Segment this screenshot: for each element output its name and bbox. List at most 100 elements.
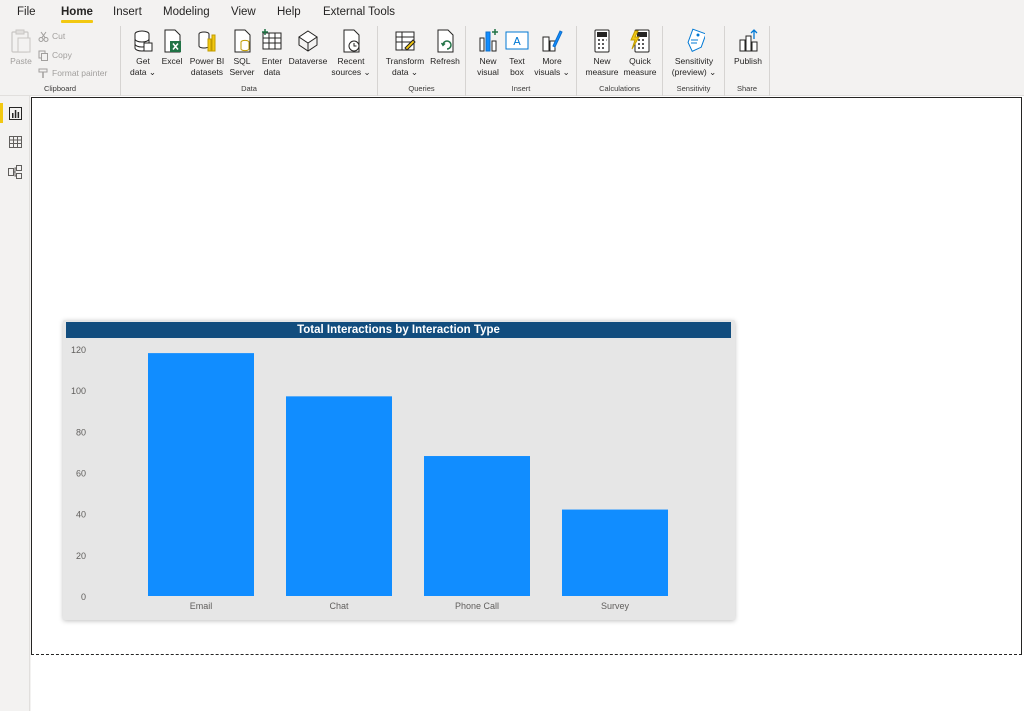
insert-group: New visual A Text box More visuals ⌄ Ins… — [466, 26, 577, 96]
more-visuals-label-2: visuals — [534, 67, 561, 77]
more-visuals-label-1: More — [542, 56, 562, 66]
sensitivity-label-2: (preview) — [671, 67, 707, 77]
menu-external-tools[interactable]: External Tools — [323, 6, 395, 18]
new-measure-label-2: measure — [585, 67, 619, 77]
y-tick-label: 20 — [76, 551, 86, 561]
bar-chart-visual[interactable]: Total Interactions by Interaction Type 0… — [63, 320, 735, 620]
enter-data-button[interactable]: Enter data — [258, 28, 286, 78]
database-icon — [134, 30, 153, 52]
refresh-button[interactable]: Refresh — [428, 28, 462, 67]
get-data-button[interactable]: Get data ⌄ — [128, 28, 158, 78]
transform-data-button[interactable]: Transform data ⌄ — [384, 28, 426, 78]
report-view-button[interactable] — [0, 98, 30, 128]
new-visual-label-2: visual — [477, 67, 499, 77]
enter-data-label-1: Enter — [261, 56, 283, 66]
x-tick-label: Chat — [329, 601, 349, 611]
queries-group: Transform data ⌄ Refresh Queries — [378, 26, 466, 96]
dataverse-button[interactable]: Dataverse — [287, 28, 329, 67]
cut-button[interactable]: Cut — [38, 31, 66, 43]
menu-insert[interactable]: Insert — [113, 6, 142, 18]
bar-chart-plot: 0 20 40 60 80 100 120 Email Chat Phone Call Survey — [71, 345, 668, 611]
text-box-label-2: box — [510, 67, 524, 77]
bar-chat[interactable] — [286, 396, 392, 596]
view-switcher-rail — [0, 96, 30, 711]
format-painter-button[interactable]: Format painter — [38, 68, 107, 79]
transform-label-1: Transform — [385, 56, 425, 66]
transform-label-2-wrap: data ⌄ — [384, 67, 426, 78]
sql-label-2: Server — [229, 67, 255, 77]
y-tick-label: 100 — [71, 386, 86, 396]
clipboard-group: Paste Cut Copy Format painter Clipboard — [0, 26, 121, 96]
transform-data-icon — [395, 31, 416, 51]
sensitivity-group: Sensitivity (preview) ⌄ Sensitivity — [663, 26, 725, 96]
sql-server-button[interactable]: SQL Server — [229, 28, 255, 78]
excel-label: Excel — [161, 56, 183, 66]
queries-group-label: Queries — [408, 84, 435, 93]
get-data-label-2: data — [129, 67, 147, 77]
x-tick-label: Email — [190, 601, 213, 611]
bar-phone-call[interactable] — [424, 456, 530, 596]
text-box-label-1: Text — [509, 56, 525, 66]
ribbon: Paste Cut Copy Format painter Clipboard … — [0, 26, 1024, 96]
data-group-label: Data — [241, 84, 257, 93]
x-tick-label: Survey — [601, 601, 630, 611]
y-tick-label: 40 — [76, 510, 86, 520]
paste-icon — [11, 29, 31, 53]
more-visuals-icon — [542, 30, 563, 52]
sensitivity-button[interactable]: Sensitivity (preview) ⌄ — [667, 28, 721, 78]
bar-survey[interactable] — [562, 509, 668, 596]
model-view-icon — [8, 165, 22, 179]
bar-email[interactable] — [148, 353, 254, 596]
data-group: Get data ⌄ Excel Power BI datasets SQL S… — [121, 26, 378, 96]
copy-button[interactable]: Copy — [38, 50, 72, 62]
menu-help[interactable]: Help — [277, 6, 301, 18]
new-measure-label-1: New — [593, 56, 611, 66]
menu-home[interactable]: Home — [61, 6, 93, 23]
y-tick-label: 80 — [76, 427, 86, 437]
model-view-button[interactable] — [0, 157, 30, 187]
excel-button[interactable]: Excel — [160, 28, 184, 67]
publish-icon — [739, 29, 758, 52]
refresh-label: Refresh — [430, 56, 460, 66]
recent-sources-button[interactable]: Recent sources ⌄ — [331, 28, 371, 78]
chevron-down-icon: ⌄ — [408, 67, 419, 77]
new-visual-button[interactable]: New visual — [474, 28, 502, 78]
calculator-icon — [594, 29, 610, 53]
menu-view[interactable]: View — [231, 6, 256, 18]
copy-icon — [38, 50, 48, 62]
chevron-down-icon: ⌄ — [560, 67, 570, 77]
chevron-down-icon: ⌄ — [706, 67, 717, 77]
chevron-down-icon: ⌄ — [146, 67, 157, 77]
dataverse-label: Dataverse — [288, 56, 328, 66]
quick-measure-button[interactable]: Quick measure — [621, 28, 659, 78]
data-view-button[interactable] — [0, 127, 30, 157]
excel-icon — [164, 29, 181, 53]
x-tick-label: Phone Call — [455, 601, 499, 611]
text-box-button[interactable]: A Text box — [504, 28, 530, 78]
menu-file[interactable]: File — [17, 6, 36, 18]
cut-label: Cut — [52, 31, 66, 41]
y-tick-label: 60 — [76, 469, 86, 479]
get-data-label-1: Get — [136, 56, 150, 66]
share-group: Publish Share — [725, 26, 770, 96]
power-bi-datasets-icon — [198, 31, 216, 52]
recent-label-2: sources — [331, 67, 362, 77]
more-visuals-button[interactable]: More visuals ⌄ — [532, 28, 572, 78]
calculations-group: New measure Quick measure Calculations — [577, 26, 663, 96]
new-visual-icon — [479, 29, 498, 52]
publish-label: Publish — [734, 56, 762, 66]
publish-button[interactable]: Publish — [730, 28, 766, 67]
y-tick-label: 0 — [81, 592, 86, 602]
power-bi-label-1: Power BI — [189, 56, 225, 66]
report-view-icon — [8, 106, 22, 120]
paste-button[interactable]: Paste — [8, 28, 34, 67]
new-measure-button[interactable]: New measure — [583, 28, 621, 78]
insert-group-label: Insert — [511, 84, 531, 93]
share-group-label: Share — [736, 84, 757, 93]
power-bi-datasets-button[interactable]: Power BI datasets — [187, 28, 227, 78]
menu-modeling[interactable]: Modeling — [163, 6, 210, 18]
sensitivity-label-2-wrap: (preview) ⌄ — [667, 67, 721, 78]
clipboard-group-label: Clipboard — [43, 84, 77, 93]
y-tick-label: 120 — [71, 345, 86, 355]
more-visuals-label-2-wrap: visuals ⌄ — [532, 67, 572, 78]
